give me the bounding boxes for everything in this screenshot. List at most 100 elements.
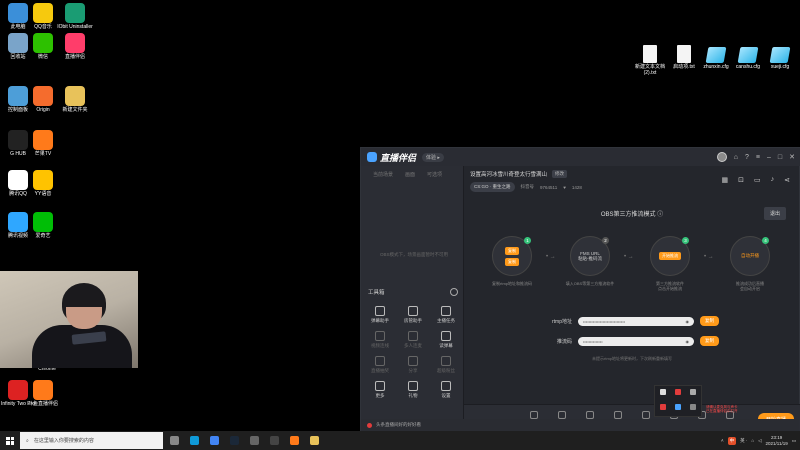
tool-item[interactable]: 直播抽奖 [365, 356, 395, 374]
uid-label: 抖音号 [520, 184, 535, 189]
tab-canvas[interactable]: 画面 [405, 171, 415, 178]
eye-icon[interactable]: ◉ [686, 339, 690, 344]
clock[interactable]: 23:19 2021/11/19 [766, 435, 788, 446]
menu-icon[interactable]: ≡ [756, 154, 760, 161]
step-caption: 第三方推流软件 点击开始推流 [656, 281, 684, 292]
douyu-icon [33, 380, 53, 400]
left-tabs: 当前场景 画面 可选项 [361, 166, 463, 183]
share-icon[interactable]: ⋖ [784, 176, 790, 184]
steam-icon [230, 436, 239, 445]
desktop-icon[interactable]: 爱奇艺 [21, 212, 65, 240]
mic-icon[interactable] [660, 389, 666, 395]
file-explorer-icon [310, 436, 319, 445]
tool-label: 更多 [375, 393, 385, 398]
close-icon[interactable]: ✕ [789, 153, 795, 161]
taskbar-app[interactable] [226, 432, 243, 449]
tool-item[interactable]: 多人连麦 [398, 331, 428, 349]
tab-current-scene[interactable]: 当前场景 [373, 171, 393, 178]
desktop-file[interactable]: xueji.cfg [758, 45, 800, 71]
category-selector[interactable]: CS:GO · 重生之路 [470, 182, 515, 192]
tool-icon [408, 381, 418, 391]
bell-icon[interactable]: ♪ [771, 176, 775, 184]
taskbar-search[interactable]: ⌕ 在这里输入你要搜索的内容 [20, 432, 163, 449]
network-icon[interactable]: ⌂ [751, 438, 754, 443]
tool-icon [441, 381, 451, 391]
question-icon[interactable]: ? [745, 154, 749, 161]
taskbar-app[interactable] [246, 432, 263, 449]
desktop-icon[interactable]: YY语音 [21, 170, 65, 198]
tool-item[interactable]: 视频连线 [365, 331, 395, 349]
taskbar-app[interactable] [186, 432, 203, 449]
webcam-overlay [0, 271, 138, 368]
bottom-tool-icon [642, 411, 650, 419]
iobit-icon [65, 3, 85, 23]
tool-item[interactable]: 超级粉丝 [431, 356, 461, 374]
stream-key-row: 推流码 •••••••••••••• ◉ 复制 [532, 336, 719, 346]
copy-rtmp-button[interactable]: 复制 [700, 316, 719, 326]
speaker-icon[interactable] [690, 389, 696, 395]
tool-item[interactable]: 设置 [431, 381, 461, 399]
avatar[interactable] [716, 152, 727, 162]
desktop-icon[interactable]: 新建文件夹 [53, 86, 97, 114]
desktop-icon[interactable]: IObit Uninstaller [53, 3, 97, 31]
tool-icon [441, 356, 451, 366]
rtmp-row: rtmp地址 •••••••••••••••••••••••••••••• ◉ … [532, 316, 719, 326]
taskbar-app[interactable] [266, 432, 283, 449]
tool-item[interactable]: 房管助手 [398, 306, 428, 324]
step-chip: 开始推流 [659, 252, 681, 260]
folder-icon[interactable]: ▭ [754, 176, 761, 184]
alert-icon[interactable] [660, 404, 666, 410]
desktop-icon[interactable]: 斗鱼直播伴侣 [21, 380, 65, 408]
titlebar-controls: ⌂ ? ≡ – □ ✕ [716, 152, 795, 162]
record-icon[interactable] [675, 389, 681, 395]
taskbar-app[interactable] [306, 432, 323, 449]
step-badge: 4 [762, 237, 769, 244]
tool-item[interactable]: 主播任务 [431, 306, 461, 324]
tray-chevron-icon[interactable]: ˄ [721, 438, 724, 443]
tool-item[interactable]: 分享 [398, 356, 428, 374]
lock-icon[interactable]: ⊡ [738, 176, 744, 184]
edit-title-button[interactable]: 修改 [552, 170, 568, 178]
shirt-icon[interactable]: ⌂ [734, 154, 738, 161]
bottom-tool-icon [558, 411, 566, 419]
version-badge[interactable]: 体验 ▸ [422, 152, 444, 162]
info-icon[interactable]: ⓘ [657, 212, 663, 218]
eye-icon[interactable]: ◉ [686, 319, 690, 324]
tool-item[interactable]: 弹幕助手 [365, 306, 395, 324]
taskbar-app[interactable] [206, 432, 223, 449]
exit-obs-button[interactable]: 退出 [763, 207, 786, 220]
desktop-icon[interactable]: 直播伴侣 [53, 33, 97, 61]
desktop-icon-label: 新建文件夹 [62, 107, 88, 113]
tool-label: 设置 [441, 393, 451, 398]
notification-icon[interactable]: ▭ [792, 438, 796, 444]
bottom-tool-icon [586, 411, 594, 419]
minimize-icon[interactable]: – [767, 154, 771, 161]
live-room-text[interactable]: 头条直播间好的好好看 [376, 422, 421, 428]
tool-item[interactable]: 礼物 [398, 381, 428, 399]
step-badge: 2 [602, 237, 609, 244]
ime-indicator[interactable]: 中 [727, 436, 737, 445]
settings-icon[interactable] [690, 404, 696, 410]
taskbar-app[interactable] [286, 432, 303, 449]
settings-icon [250, 436, 259, 445]
start-button[interactable] [0, 431, 20, 450]
tool-label: 直播抽奖 [371, 368, 389, 373]
fans-icon: ♥ [563, 184, 566, 190]
tool-item[interactable]: 读弹幕 [431, 331, 461, 349]
desktop-icon[interactable]: 芒果TV [21, 130, 65, 158]
tool-item[interactable]: 更多 [365, 381, 395, 399]
fans-count: 1428 [571, 184, 582, 190]
tab-options[interactable]: 可选项 [427, 171, 442, 178]
stream-key-field[interactable]: •••••••••••••• ◉ [578, 336, 694, 346]
collapse-icon[interactable] [450, 288, 458, 296]
copy-key-button[interactable]: 复制 [700, 336, 719, 346]
check-icon[interactable] [675, 404, 681, 410]
screenshot-icon[interactable]: ▦ [722, 176, 729, 184]
taskbar-app[interactable] [166, 432, 183, 449]
rtmp-field[interactable]: •••••••••••••••••••••••••••••• ◉ [578, 316, 694, 326]
config-file-icon [769, 47, 791, 63]
ime-mode[interactable]: 英 · [740, 438, 747, 444]
maximize-icon[interactable]: □ [778, 154, 782, 161]
volume-icon[interactable]: ◁ [758, 438, 761, 444]
room-meta: CS:GO · 重生之路 抖音号 9764511 ♥ 1428 [470, 182, 720, 192]
